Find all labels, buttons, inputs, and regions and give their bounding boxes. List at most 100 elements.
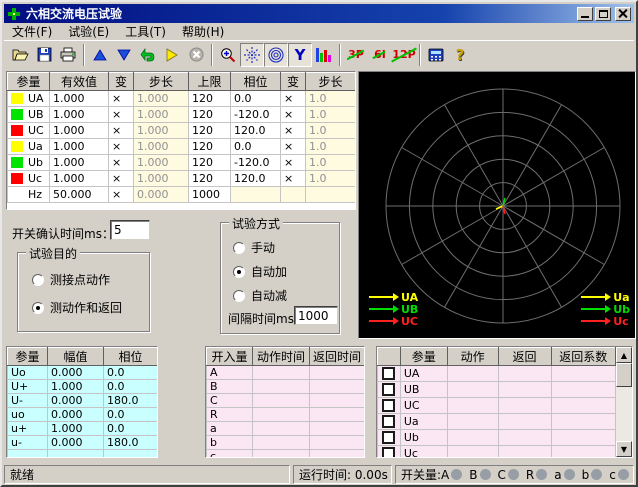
phase-cell[interactable]: -120.0 <box>231 107 281 123</box>
value-cell[interactable]: 50.000 <box>50 187 109 203</box>
step-cell[interactable]: 1.000 <box>134 107 189 123</box>
confirm-time-input[interactable] <box>110 220 150 240</box>
vary-cell[interactable]: × <box>109 171 134 187</box>
step-cell[interactable]: 1.000 <box>134 91 189 107</box>
step-cell[interactable]: 0.000 <box>134 187 189 203</box>
help-button[interactable]: ? <box>448 43 472 67</box>
lower-button[interactable] <box>112 43 136 67</box>
vector-view-button[interactable]: Y <box>288 43 312 67</box>
scroll-up-button[interactable]: ▲ <box>616 347 632 363</box>
checkbox-cell[interactable] <box>378 398 401 414</box>
phase-step-cell[interactable]: 1.0 <box>306 123 356 139</box>
phase-vary-cell[interactable]: × <box>281 107 306 123</box>
phase-vary-cell[interactable]: × <box>281 139 306 155</box>
open-button[interactable] <box>8 43 32 67</box>
phase-cell[interactable]: -120.0 <box>231 155 281 171</box>
step-cell[interactable]: 1.000 <box>134 123 189 139</box>
limit-cell[interactable]: 120 <box>189 171 231 187</box>
mode-3p-button[interactable]: 3P <box>344 43 368 67</box>
scroll-thumb[interactable] <box>616 363 632 387</box>
phase-vary-cell[interactable]: × <box>281 91 306 107</box>
phase-step-cell[interactable] <box>306 187 356 203</box>
maximize-button[interactable] <box>595 7 611 21</box>
parameter-table-panel: 参量有效值变步长上限相位变步长 UA 1.000 × 1.000 120 0.0… <box>6 71 356 210</box>
minimize-button[interactable] <box>577 7 593 21</box>
phase-step-cell[interactable]: 1.0 <box>306 155 356 171</box>
reset-button[interactable] <box>136 43 160 67</box>
menu-tools[interactable]: 工具(T) <box>117 22 174 41</box>
crosshair-view-button[interactable] <box>240 43 264 67</box>
vary-cell[interactable]: × <box>109 91 134 107</box>
phase-vary-cell[interactable]: × <box>281 155 306 171</box>
vary-cell[interactable]: × <box>109 155 134 171</box>
value-cell[interactable]: 1.000 <box>50 139 109 155</box>
menu-file[interactable]: 文件(F) <box>4 22 60 41</box>
vary-cell[interactable]: × <box>109 187 134 203</box>
limit-cell[interactable]: 120 <box>189 139 231 155</box>
checkbox-cell[interactable] <box>378 446 401 459</box>
step-cell[interactable]: 1.000 <box>134 155 189 171</box>
value-cell[interactable]: 1.000 <box>50 155 109 171</box>
radio-manual[interactable]: 手动 <box>233 239 275 256</box>
vary-cell[interactable]: × <box>109 123 134 139</box>
phase-step-cell[interactable]: 1.0 <box>306 139 356 155</box>
raise-button[interactable] <box>88 43 112 67</box>
stop-button[interactable] <box>184 43 208 67</box>
switch-indicator: A <box>441 468 469 482</box>
mode-6i-button[interactable]: 6I <box>368 43 392 67</box>
checkbox-cell[interactable] <box>378 366 401 382</box>
vary-cell[interactable]: × <box>109 139 134 155</box>
table-cell: 1.000 <box>48 422 104 436</box>
print-button[interactable] <box>56 43 80 67</box>
step-cell[interactable]: 1.000 <box>134 139 189 155</box>
phase-cell[interactable] <box>231 187 281 203</box>
limit-cell[interactable]: 120 <box>189 155 231 171</box>
result-table-row: UB <box>378 382 616 398</box>
save-button[interactable] <box>32 43 56 67</box>
phase-step-cell[interactable]: 1.0 <box>306 91 356 107</box>
phase-color-swatch <box>11 189 23 200</box>
close-button[interactable] <box>615 7 631 21</box>
checkbox-cell[interactable] <box>378 430 401 446</box>
vary-cell[interactable]: × <box>109 107 134 123</box>
limit-cell[interactable]: 1000 <box>189 187 231 203</box>
value-cell[interactable]: 1.000 <box>50 107 109 123</box>
radio-auto-decrease[interactable]: 自动减 <box>233 287 287 304</box>
zoom-button[interactable] <box>216 43 240 67</box>
value-cell[interactable]: 1.000 <box>50 91 109 107</box>
mode-12p-button[interactable]: 12P <box>392 43 416 67</box>
menu-test[interactable]: 试验(E) <box>60 22 117 41</box>
scroll-down-button[interactable]: ▼ <box>616 441 632 457</box>
checkbox-cell[interactable] <box>378 414 401 430</box>
table-cell: c <box>207 450 253 459</box>
legend-arrow-icon <box>369 320 393 322</box>
phase-vary-cell[interactable] <box>281 187 306 203</box>
circles-view-button[interactable] <box>264 43 288 67</box>
interval-input[interactable] <box>294 306 338 325</box>
radio-action-return[interactable]: 测动作和返回 <box>32 299 122 316</box>
phase-cell[interactable]: 120.0 <box>231 123 281 139</box>
switch-state-icon <box>564 469 575 480</box>
limit-cell[interactable]: 120 <box>189 91 231 107</box>
radio-auto-increase[interactable]: 自动加 <box>233 263 287 280</box>
phase-vary-cell[interactable]: × <box>281 171 306 187</box>
phase-cell[interactable]: 120.0 <box>231 171 281 187</box>
close-icon <box>618 9 628 19</box>
calculator-button[interactable] <box>424 43 448 67</box>
value-cell[interactable]: 1.000 <box>50 171 109 187</box>
phase-step-cell[interactable]: 1.0 <box>306 107 356 123</box>
start-button[interactable] <box>160 43 184 67</box>
limit-cell[interactable]: 120 <box>189 123 231 139</box>
phase-cell[interactable]: 0.0 <box>231 91 281 107</box>
checkbox-cell[interactable] <box>378 382 401 398</box>
result-scrollbar[interactable]: ▲ ▼ <box>616 347 632 457</box>
radio-contact-action[interactable]: 测接点动作 <box>32 271 110 288</box>
limit-cell[interactable]: 120 <box>189 107 231 123</box>
value-cell[interactable]: 1.000 <box>50 123 109 139</box>
bar-view-button[interactable] <box>312 43 336 67</box>
phase-vary-cell[interactable]: × <box>281 123 306 139</box>
phase-cell[interactable]: 0.0 <box>231 139 281 155</box>
step-cell[interactable]: 1.000 <box>134 171 189 187</box>
phase-step-cell[interactable]: 1.0 <box>306 171 356 187</box>
menu-help[interactable]: 帮助(H) <box>174 22 232 41</box>
